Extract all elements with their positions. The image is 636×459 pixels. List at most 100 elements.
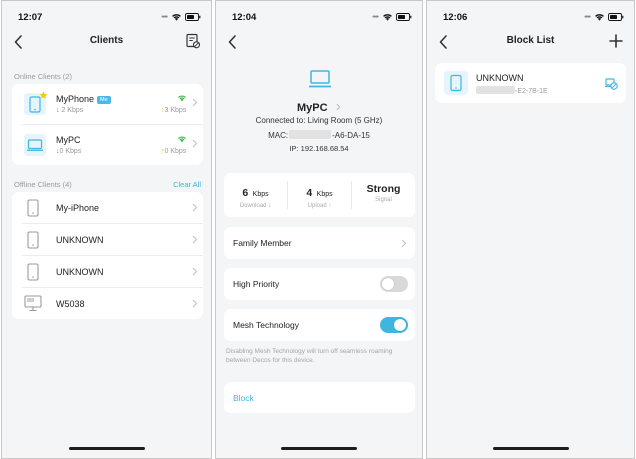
client-name: UNKNOWN: [56, 235, 104, 245]
phone-icon: [27, 199, 39, 217]
download-label: Download ↓: [224, 203, 287, 209]
status-bar: 12:04 ••••: [216, 1, 422, 29]
upload-rate-text: 3 Kbps: [164, 107, 187, 114]
high-priority-toggle[interactable]: [380, 276, 408, 292]
client-name: UNKNOWN: [56, 267, 104, 277]
phone-icon: [27, 231, 39, 249]
laptop-icon: [24, 134, 46, 156]
offline-clients-label: Offline Clients (4): [14, 180, 72, 189]
signal-stat: Strong Signal: [352, 183, 415, 203]
mac-label: MAC:: [268, 131, 289, 140]
client-name: My-iPhone: [56, 203, 100, 213]
nav-bar: Clients: [2, 31, 211, 53]
upload-unit: Kbps: [316, 191, 333, 198]
ip-address: IP: 192.168.68.54: [289, 144, 349, 153]
client-row-offline[interactable]: UNKNOWN: [12, 256, 203, 287]
device-name-row[interactable]: MyPC: [216, 98, 422, 116]
chevron-right-icon: [192, 203, 198, 212]
toggle-knob: [382, 278, 394, 290]
client-name: MyPhone Me: [56, 94, 111, 104]
download-label-text: Download: [239, 203, 267, 209]
device-name: MyPC: [296, 102, 328, 114]
download-rate: ↓ 2 Kbps: [56, 107, 83, 114]
mesh-technology-toggle[interactable]: [380, 317, 408, 333]
client-name: W5038: [56, 299, 85, 309]
status-time: 12:07: [18, 12, 43, 23]
download-rate: ↓0 Kbps: [56, 148, 81, 155]
online-clients-card: MyPhone Me ↓ 2 Kbps ↑3 Kbps MyPC ↓0 Kbps …: [12, 84, 203, 165]
wifi-status-icon: [172, 14, 181, 21]
client-name: MyPC: [56, 135, 81, 145]
mac-address: MAC: -A6-DA-15: [216, 130, 422, 140]
upload-label-text: Upload: [307, 203, 327, 209]
nav-bar: [216, 31, 422, 53]
down-arrow-icon: ↓: [56, 107, 60, 114]
phone-icon: [27, 263, 39, 281]
upload-rate-text: 0 Kbps: [164, 148, 187, 155]
unblock-icon[interactable]: [604, 76, 618, 90]
wifi-signal-icon: [178, 136, 186, 143]
back-icon[interactable]: [226, 34, 240, 50]
up-arrow-icon: ↑: [328, 203, 332, 209]
client-row-offline[interactable]: W5038: [12, 288, 203, 319]
blocked-device-mac: -E2-7B-1E: [476, 86, 548, 95]
status-time: 12:06: [443, 12, 468, 23]
home-indicator: [68, 447, 145, 450]
client-row-offline[interactable]: UNKNOWN: [12, 224, 203, 255]
blocked-device-name: UNKNOWN: [476, 73, 524, 83]
wifi-status-icon: [383, 14, 392, 21]
mesh-note: Disabling Mesh Technology will turn off …: [226, 348, 393, 364]
wifi-signal-icon: [178, 95, 186, 102]
status-icons: ••••: [584, 13, 624, 21]
chevron-right-icon: [192, 235, 198, 244]
down-arrow-icon: ↓: [268, 203, 272, 209]
cellular-dots-icon: ••••: [584, 13, 591, 21]
page-title: Clients: [89, 35, 124, 46]
upload-value: 4: [306, 187, 313, 199]
chevron-right-icon: [192, 98, 198, 107]
block-list-screen: 12:06 •••• Block List UNKNOWN -E2-7B-1E: [426, 0, 635, 459]
page-title: Block List: [506, 35, 555, 46]
offline-clients-card: My-iPhone UNKNOWN UNKNOWN W5038: [12, 192, 203, 319]
wifi-status-icon: [595, 14, 604, 21]
upload-rate: ↑0 Kbps: [161, 148, 186, 155]
battery-icon: [185, 13, 201, 21]
family-member-row[interactable]: Family Member: [224, 227, 415, 259]
toggle-knob: [394, 319, 406, 331]
chevron-right-icon: [192, 139, 198, 148]
upload-stat: 4 Kbps Upload ↑: [288, 183, 351, 209]
status-icons: ••••: [161, 13, 201, 21]
mac-redacted: [289, 130, 332, 139]
home-indicator: [281, 447, 357, 450]
chevron-right-icon: [336, 103, 341, 111]
download-rate-text: 2 Kbps: [61, 107, 84, 114]
desktop-icon: [24, 295, 42, 312]
signal-label: Signal: [375, 197, 392, 203]
cellular-dots-icon: ••••: [161, 13, 168, 21]
client-row-offline[interactable]: My-iPhone: [12, 192, 203, 223]
online-clients-label: Online Clients (2): [14, 72, 72, 81]
edit-list-icon[interactable]: [185, 33, 201, 49]
client-row-myphone[interactable]: MyPhone Me ↓ 2 Kbps ↑3 Kbps: [12, 84, 203, 124]
blocked-device-row[interactable]: UNKNOWN -E2-7B-1E: [435, 63, 626, 103]
chevron-right-icon: [192, 267, 198, 276]
download-value: 6: [242, 187, 249, 199]
battery-icon: [396, 13, 412, 21]
stats-card: 6 Kbps Download ↓ 4 Kbps Upload ↑ Strong…: [224, 173, 415, 217]
plus-icon[interactable]: [608, 33, 624, 49]
family-member-label: Family Member: [233, 238, 292, 248]
client-row-mypc[interactable]: MyPC ↓0 Kbps ↑0 Kbps: [12, 125, 203, 165]
star-icon: [39, 91, 48, 99]
app-stage: 12:07 •••• Clients Online Clients (2) My…: [0, 0, 636, 459]
block-label: Block: [233, 393, 254, 403]
client-name-text: MyPhone: [56, 94, 95, 104]
nav-bar: Block List: [427, 31, 634, 53]
status-bar: 12:07 ••••: [2, 1, 211, 29]
high-priority-row: High Priority: [224, 268, 415, 300]
upload-rate: ↑3 Kbps: [161, 107, 186, 114]
clear-all-button[interactable]: Clear All: [173, 180, 201, 189]
block-button[interactable]: Block: [224, 382, 415, 413]
status-icons: ••••: [372, 13, 412, 21]
home-indicator: [492, 447, 569, 450]
laptop-icon: [309, 70, 331, 88]
